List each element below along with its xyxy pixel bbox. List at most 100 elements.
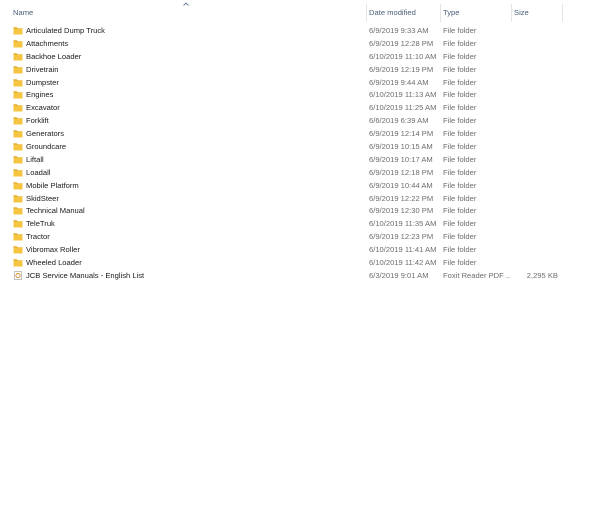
folder-icon [13,88,24,101]
column-header-type[interactable]: Type [441,0,511,22]
list-item[interactable]: Backhoe Loader 6/10/2019 11:10 AM File fol… [0,50,600,63]
folder-icon [13,50,24,63]
item-size [513,37,558,50]
item-type: File folder [443,64,477,74]
item-type: File folder [443,232,477,242]
item-date-modified: 6/9/2019 12:28 PM [369,38,434,48]
list-item[interactable]: Attachments 6/9/2019 12:28 PM File folder [0,37,600,50]
item-date-modified: 6/9/2019 12:23 PM [369,232,434,242]
list-item[interactable]: Technical Manual 6/9/2019 12:30 PM File fo… [0,204,600,217]
folder-icon [13,256,24,269]
item-type: File folder [443,38,477,48]
folder-icon [13,76,24,89]
list-item[interactable]: Engines 6/10/2019 11:13 AM File folder [0,88,600,101]
item-size [513,114,558,127]
list-item[interactable]: Groundcare 6/9/2019 10:15 AM File folder [0,140,600,153]
item-date-modified: 6/10/2019 11:25 AM [369,103,437,113]
item-size [513,140,558,153]
item-name: Drivetrain [26,64,59,74]
list-item[interactable]: Excavator 6/10/2019 11:25 AM File folder [0,101,600,114]
item-name: Technical Manual [26,206,85,216]
item-name: Mobile Platform [26,180,79,190]
item-size [513,127,558,140]
list-item[interactable]: JCB Service Manuals - English List 6/3/20… [0,269,600,282]
item-size [513,63,558,76]
file-list: Articulated Dump Truck 6/9/2019 9:33 AM Fi… [0,24,600,282]
list-item[interactable]: Drivetrain 6/9/2019 12:19 PM File folder [0,63,600,76]
item-date-modified: 6/9/2019 12:19 PM [369,64,434,74]
list-item[interactable]: Liftall 6/9/2019 10:17 AM File folder [0,153,600,166]
item-name: Loadall [26,167,51,177]
item-size [513,217,558,230]
folder-icon [13,166,24,179]
list-item[interactable]: Forklift 6/6/2019 6:39 AM File folder [0,114,600,127]
item-name: TeleTruk [26,219,55,229]
list-item[interactable]: Dumpster 6/9/2019 9:44 AM File folder [0,76,600,89]
item-size [513,76,558,89]
item-name: Vibromax Roller [26,245,80,255]
item-name: Backhoe Loader [26,51,82,61]
column-header-size-label: Size [514,8,529,17]
list-item[interactable]: Mobile Platform 6/9/2019 10:44 AM File fol… [0,179,600,192]
folder-icon [13,114,24,127]
column-header-type-label: Type [443,8,460,17]
item-size [513,153,558,166]
item-name: Groundcare [26,142,67,152]
item-size [513,256,558,269]
list-item[interactable]: Articulated Dump Truck 6/9/2019 9:33 AM Fi… [0,24,600,37]
item-type: File folder [443,193,477,203]
folder-icon [13,63,24,76]
item-size [513,166,558,179]
item-type: File folder [443,258,477,268]
item-type: File folder [443,245,477,255]
item-size [513,243,558,256]
item-date-modified: 6/9/2019 10:17 AM [369,154,433,164]
item-size [513,192,558,205]
item-size [513,88,558,101]
item-date-modified: 6/9/2019 12:22 PM [369,193,434,203]
item-type: File folder [443,129,477,139]
item-size [513,24,558,37]
item-type: File folder [443,219,477,229]
folder-icon [13,179,24,192]
item-name: Generators [26,129,64,139]
item-date-modified: 6/10/2019 11:10 AM [369,51,437,61]
item-name: Engines [26,90,54,100]
item-date-modified: 6/9/2019 12:18 PM [369,167,434,177]
item-date-modified: 6/6/2019 6:39 AM [369,116,429,126]
item-type: File folder [443,26,477,35]
folder-icon [13,204,24,217]
list-item[interactable]: Tractor 6/9/2019 12:23 PM File folder [0,230,600,243]
item-name: JCB Service Manuals - English List [26,270,145,280]
column-header-bar: Name Date modified Type Size [0,0,600,22]
item-type: File folder [443,103,477,113]
list-item[interactable]: TeleTruk 6/10/2019 11:35 AM File folder [0,217,600,230]
item-type: File folder [443,116,477,126]
list-item[interactable]: SkidSteer 6/9/2019 12:22 PM File folder [0,192,600,205]
item-name: Forklift [26,116,49,126]
item-date-modified: 6/9/2019 12:14 PM [369,129,434,139]
item-name: Excavator [26,103,60,113]
pdf-file-icon [13,269,24,282]
item-type: File folder [443,167,477,177]
item-name: Dumpster [26,77,59,87]
item-type: File folder [443,51,477,61]
folder-icon [13,217,24,230]
list-item[interactable]: Vibromax Roller 6/10/2019 11:41 AM File fo… [0,243,600,256]
list-item[interactable]: Loadall 6/9/2019 12:18 PM File folder [0,166,600,179]
column-divider[interactable] [562,4,563,22]
folder-icon [13,230,24,243]
item-type: Foxit Reader PDF ... [443,270,511,280]
folder-icon [13,101,24,114]
item-size [513,101,558,114]
column-header-date-modified[interactable]: Date modified [367,0,440,22]
item-name: Tractor [26,232,50,242]
list-item[interactable]: Wheeled Loader 6/10/2019 11:42 AM File fol… [0,256,600,269]
item-type: File folder [443,154,477,164]
column-header-size[interactable]: Size [512,0,562,22]
list-item[interactable]: Generators 6/9/2019 12:14 PM File folder [0,127,600,140]
folder-icon [13,192,24,205]
file-explorer-list: Name Date modified Type Size Articulated… [0,0,600,513]
folder-icon [13,243,24,256]
item-size [513,179,558,192]
